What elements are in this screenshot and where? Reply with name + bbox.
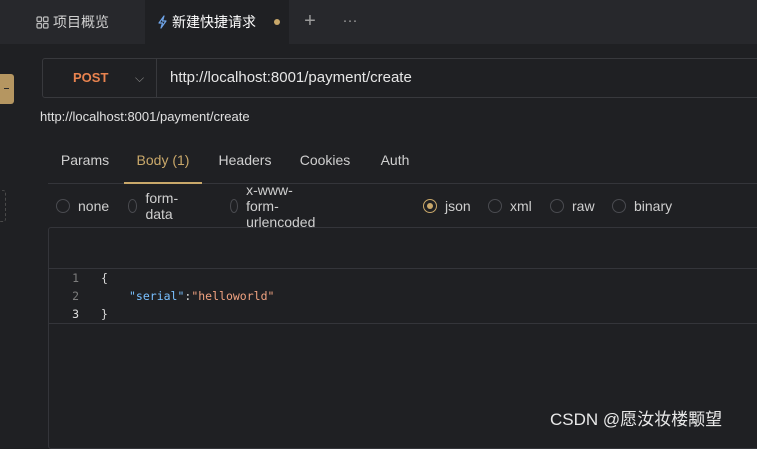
radio-circle-selected-icon <box>423 199 437 213</box>
code-line: 3 } <box>49 305 757 323</box>
radio-label: json <box>445 198 471 214</box>
side-drop-zone <box>0 190 6 222</box>
url-input[interactable] <box>170 59 757 97</box>
radio-circle-icon <box>550 199 564 213</box>
code-area[interactable]: 1 { 2 "serial":"helloworld" 3 } <box>49 269 757 324</box>
radio-raw[interactable]: raw <box>550 195 595 217</box>
radio-x-www-form-urlencoded[interactable]: x-www-form-urlencoded <box>230 182 321 230</box>
unsaved-dot-icon <box>274 19 280 25</box>
radio-label: form-data <box>145 190 179 222</box>
tab-body[interactable]: Body (1) <box>124 140 202 184</box>
code-text: "serial":"helloworld" <box>129 287 274 305</box>
editor-toolbar <box>49 228 757 269</box>
radio-json[interactable]: json <box>423 195 471 217</box>
radio-form-data[interactable]: form-data <box>128 190 183 222</box>
radio-none[interactable]: none <box>56 195 109 217</box>
watermark-text: CSDN @愿汝妆楼颙望 <box>550 410 723 429</box>
side-panel-toggle[interactable] <box>0 74 14 104</box>
add-tab-button[interactable]: + <box>300 8 320 34</box>
radio-circle-icon <box>230 199 239 213</box>
tab-bar: 项目概览 新建快捷请求 + ··· <box>0 0 757 44</box>
radio-circle-icon <box>128 199 138 213</box>
radio-label: xml <box>510 198 532 214</box>
request-url-bar: POST ⌵ <box>42 58 757 98</box>
radio-circle-icon <box>612 199 626 213</box>
line-number: 3 <box>72 307 79 321</box>
tab-project-overview-label: 项目概览 <box>53 14 109 30</box>
code-text: } <box>101 307 108 321</box>
tab-project-overview[interactable]: 项目概览 <box>36 0 109 44</box>
tab-new-quick-request[interactable]: 新建快捷请求 <box>145 0 289 44</box>
json-key: "serial" <box>129 289 185 303</box>
resolved-url-text: http://localhost:8001/payment/create <box>40 109 250 124</box>
http-method-select[interactable]: POST <box>73 59 108 97</box>
tab-headers[interactable]: Headers <box>208 140 282 182</box>
code-line: 1 { <box>49 269 757 287</box>
radio-circle-icon <box>56 199 70 213</box>
line-number: 1 <box>72 271 79 285</box>
line-number: 2 <box>72 289 79 303</box>
tab-params[interactable]: Params <box>50 140 120 182</box>
radio-label: x-www-form-urlencoded <box>246 182 316 230</box>
chevron-down-icon[interactable]: ⌵ <box>135 59 144 97</box>
radio-label: none <box>78 198 110 214</box>
json-string-value: "helloworld" <box>191 289 275 303</box>
lightning-icon <box>158 15 167 29</box>
code-text: { <box>101 271 108 285</box>
radio-label: raw <box>572 198 595 214</box>
code-line: 2 "serial":"helloworld" <box>49 287 757 305</box>
tab-cookies[interactable]: Cookies <box>290 140 360 182</box>
divider <box>156 59 157 97</box>
more-tabs-button[interactable]: ··· <box>340 8 360 34</box>
radio-binary[interactable]: binary <box>612 195 672 217</box>
tab-new-quick-request-label: 新建快捷请求 <box>172 14 256 30</box>
tab-auth[interactable]: Auth <box>370 140 420 182</box>
request-subtabs: Params Body (1) Headers Cookies Auth <box>48 140 757 184</box>
radio-label: binary <box>634 198 673 214</box>
radio-circle-icon <box>488 199 502 213</box>
radio-xml[interactable]: xml <box>488 195 532 217</box>
grid-icon <box>36 15 49 29</box>
